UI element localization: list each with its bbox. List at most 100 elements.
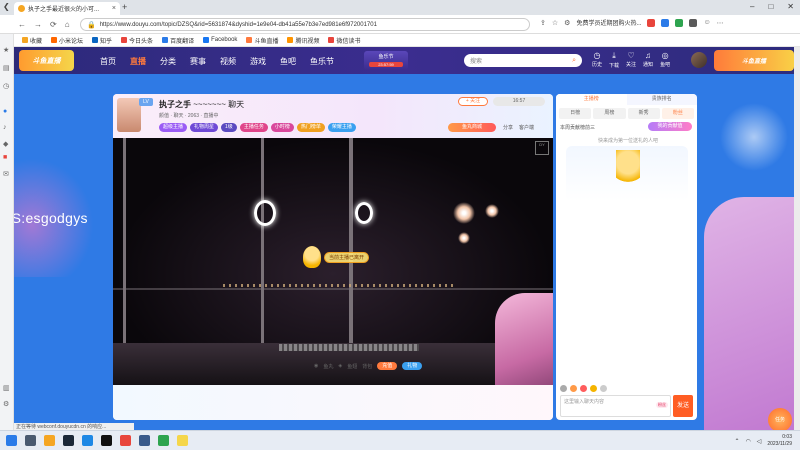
gift-button[interactable]: 礼物 (402, 362, 423, 370)
ext-red-icon[interactable] (647, 18, 656, 27)
app-red-icon[interactable] (120, 435, 131, 446)
fan-icon[interactable] (570, 385, 577, 392)
page-scrollbar[interactable] (794, 47, 800, 430)
bookmark-item[interactable]: 百度翻译 (162, 36, 194, 45)
room-badge[interactable]: 主播任务 (239, 123, 268, 132)
back-icon[interactable]: ← (18, 20, 26, 29)
emoji-icon[interactable] (560, 385, 567, 392)
app-icon[interactable] (101, 435, 112, 446)
video-stream[interactable]: DY 当前主播已离开 (113, 138, 553, 385)
steam-icon[interactable] (63, 435, 74, 446)
shop-button[interactable]: 鱼丸商城 (448, 123, 496, 132)
extensions-icon[interactable]: ⚙ (564, 19, 570, 27)
bookmark-item[interactable]: Facebook (203, 37, 237, 43)
bookmark-item[interactable]: 今日头条 (121, 36, 153, 45)
ext-green-icon[interactable] (675, 18, 684, 27)
bookmark-item[interactable]: 收藏 (22, 36, 42, 45)
ext-blue-icon[interactable] (661, 18, 670, 27)
site-logo[interactable]: 斗鱼直播 (19, 50, 74, 71)
home-icon[interactable]: ⌂ (65, 20, 70, 29)
tab-daily[interactable]: 日榜 (559, 108, 592, 119)
new-tab-button[interactable]: + (122, 2, 127, 12)
nav-festival[interactable]: 鱼乐节 (310, 56, 334, 67)
file-explorer-icon[interactable] (44, 435, 55, 446)
nav-home[interactable]: 首页 (100, 56, 116, 67)
start-icon[interactable] (6, 435, 17, 446)
tab-anchor-rank[interactable]: 主播榜 (556, 94, 627, 105)
tab-noble-rank[interactable]: 贵族排名 (627, 94, 698, 105)
nav-video[interactable]: 视频 (220, 56, 236, 67)
profile-icon[interactable]: ☺ (703, 19, 710, 26)
games-side-icon[interactable]: ◆ (3, 140, 8, 148)
volume-icon[interactable]: ◁ (757, 438, 762, 445)
url-field[interactable]: 🔒 https://www.douyu.com/topic/DZSQ&rid=5… (80, 18, 530, 31)
ext-gray-icon[interactable] (689, 18, 698, 27)
extension-text[interactable]: 免费学员近期团购火热... (576, 18, 641, 27)
app-yellow-icon[interactable] (177, 435, 188, 446)
bookmark-item[interactable]: 小米论坛 (51, 36, 83, 45)
search-icon[interactable]: ⌕ (572, 57, 576, 65)
search-side-icon[interactable]: ● (3, 108, 7, 115)
tools-side-icon[interactable]: ♪ (3, 124, 7, 131)
nav-events[interactable]: 赛事 (190, 56, 206, 67)
edge-icon[interactable] (82, 435, 93, 446)
clock[interactable]: 0:03 2023/11/29 (767, 434, 792, 448)
tab-fans[interactable]: 粉丝 (661, 108, 694, 119)
minimize-icon[interactable]: – (750, 2, 754, 11)
wifi-icon[interactable]: ◠ (745, 438, 750, 445)
chat-messages[interactable] (556, 204, 697, 384)
star-icon[interactable]: ☆ (552, 19, 558, 27)
sidebar-toggle-icon[interactable]: ❮ (3, 2, 10, 11)
tab-weekly[interactable]: 周榜 (593, 108, 626, 119)
follow-button[interactable]: + 关注 (458, 97, 488, 106)
room-badge[interactable]: 荣耀主播 (327, 123, 356, 132)
backpack-label[interactable]: 背包 (362, 363, 372, 370)
search-input[interactable]: 搜索 ⌕ (464, 54, 582, 67)
share-button[interactable]: 分享 (503, 124, 513, 131)
fishbar-button[interactable]: ◎ 鱼吧 (660, 51, 670, 69)
recharge-button[interactable]: 充值 (377, 362, 398, 370)
bookmark-item[interactable]: 斗鱼直播 (246, 36, 278, 45)
more-icon[interactable] (600, 385, 607, 392)
collections-icon[interactable]: ▤ (3, 64, 10, 72)
notification-button[interactable]: ♫ 通知 (643, 51, 653, 69)
split-screen-icon[interactable]: ▥ (3, 384, 10, 392)
fan-badge[interactable]: 粉丝 (656, 402, 668, 408)
gift-small-icon[interactable] (580, 385, 587, 392)
nav-fishbar[interactable]: 鱼吧 (280, 56, 296, 67)
chat-input[interactable]: 这里输入聊天内容 粉丝 (560, 395, 671, 417)
room-badge[interactable]: 小时榜 (270, 123, 294, 132)
app-green-icon[interactable] (158, 435, 169, 446)
history-icon[interactable]: ◷ (3, 82, 9, 90)
anchor-avatar[interactable] (117, 98, 141, 132)
close-window-icon[interactable]: ✕ (787, 2, 794, 11)
app-blue-icon[interactable] (139, 435, 150, 446)
maximize-icon[interactable]: □ (768, 2, 773, 11)
bookmark-item[interactable]: 知乎 (92, 36, 112, 45)
menu-icon[interactable]: ⋯ (717, 19, 724, 27)
client-button[interactable]: 客户端 (519, 124, 534, 131)
share-icon[interactable]: ⇪ (540, 19, 546, 27)
send-button[interactable]: 发送 (673, 395, 693, 417)
reload-icon[interactable]: ⟳ (50, 20, 57, 29)
outlook-side-icon[interactable]: ✉ (3, 170, 9, 178)
nav-games[interactable]: 游戏 (250, 56, 266, 67)
settings-side-icon[interactable]: ⚙ (3, 400, 9, 408)
browser-tab[interactable]: 执子之手最近很火的小可... × (14, 2, 120, 15)
office-side-icon[interactable]: ■ (3, 154, 7, 161)
download-button[interactable]: ⤓ 下载 (609, 51, 619, 69)
room-badge[interactable]: 热门榜单 (296, 123, 325, 132)
follow-list-button[interactable]: ♡ 关注 (626, 51, 636, 69)
barrage-icon[interactable] (590, 385, 597, 392)
history-button[interactable]: ◷ 历史 (592, 51, 602, 69)
chevron-up-icon[interactable]: ⌃ (734, 438, 739, 445)
room-badge[interactable]: 礼物周星 (190, 123, 219, 132)
tab-newbie[interactable]: 新秀 (627, 108, 660, 119)
forward-icon[interactable]: → (34, 20, 42, 29)
favorites-icon[interactable]: ★ (3, 46, 9, 54)
header-promo[interactable]: 鱼乐节 23:57:59 (364, 51, 408, 70)
header-right-banner[interactable]: 斗鱼直播 (714, 50, 794, 71)
room-badge[interactable]: 1级 (221, 123, 237, 132)
close-tab-icon[interactable]: × (112, 5, 116, 12)
room-badge[interactable]: 超级主播 (159, 123, 188, 132)
